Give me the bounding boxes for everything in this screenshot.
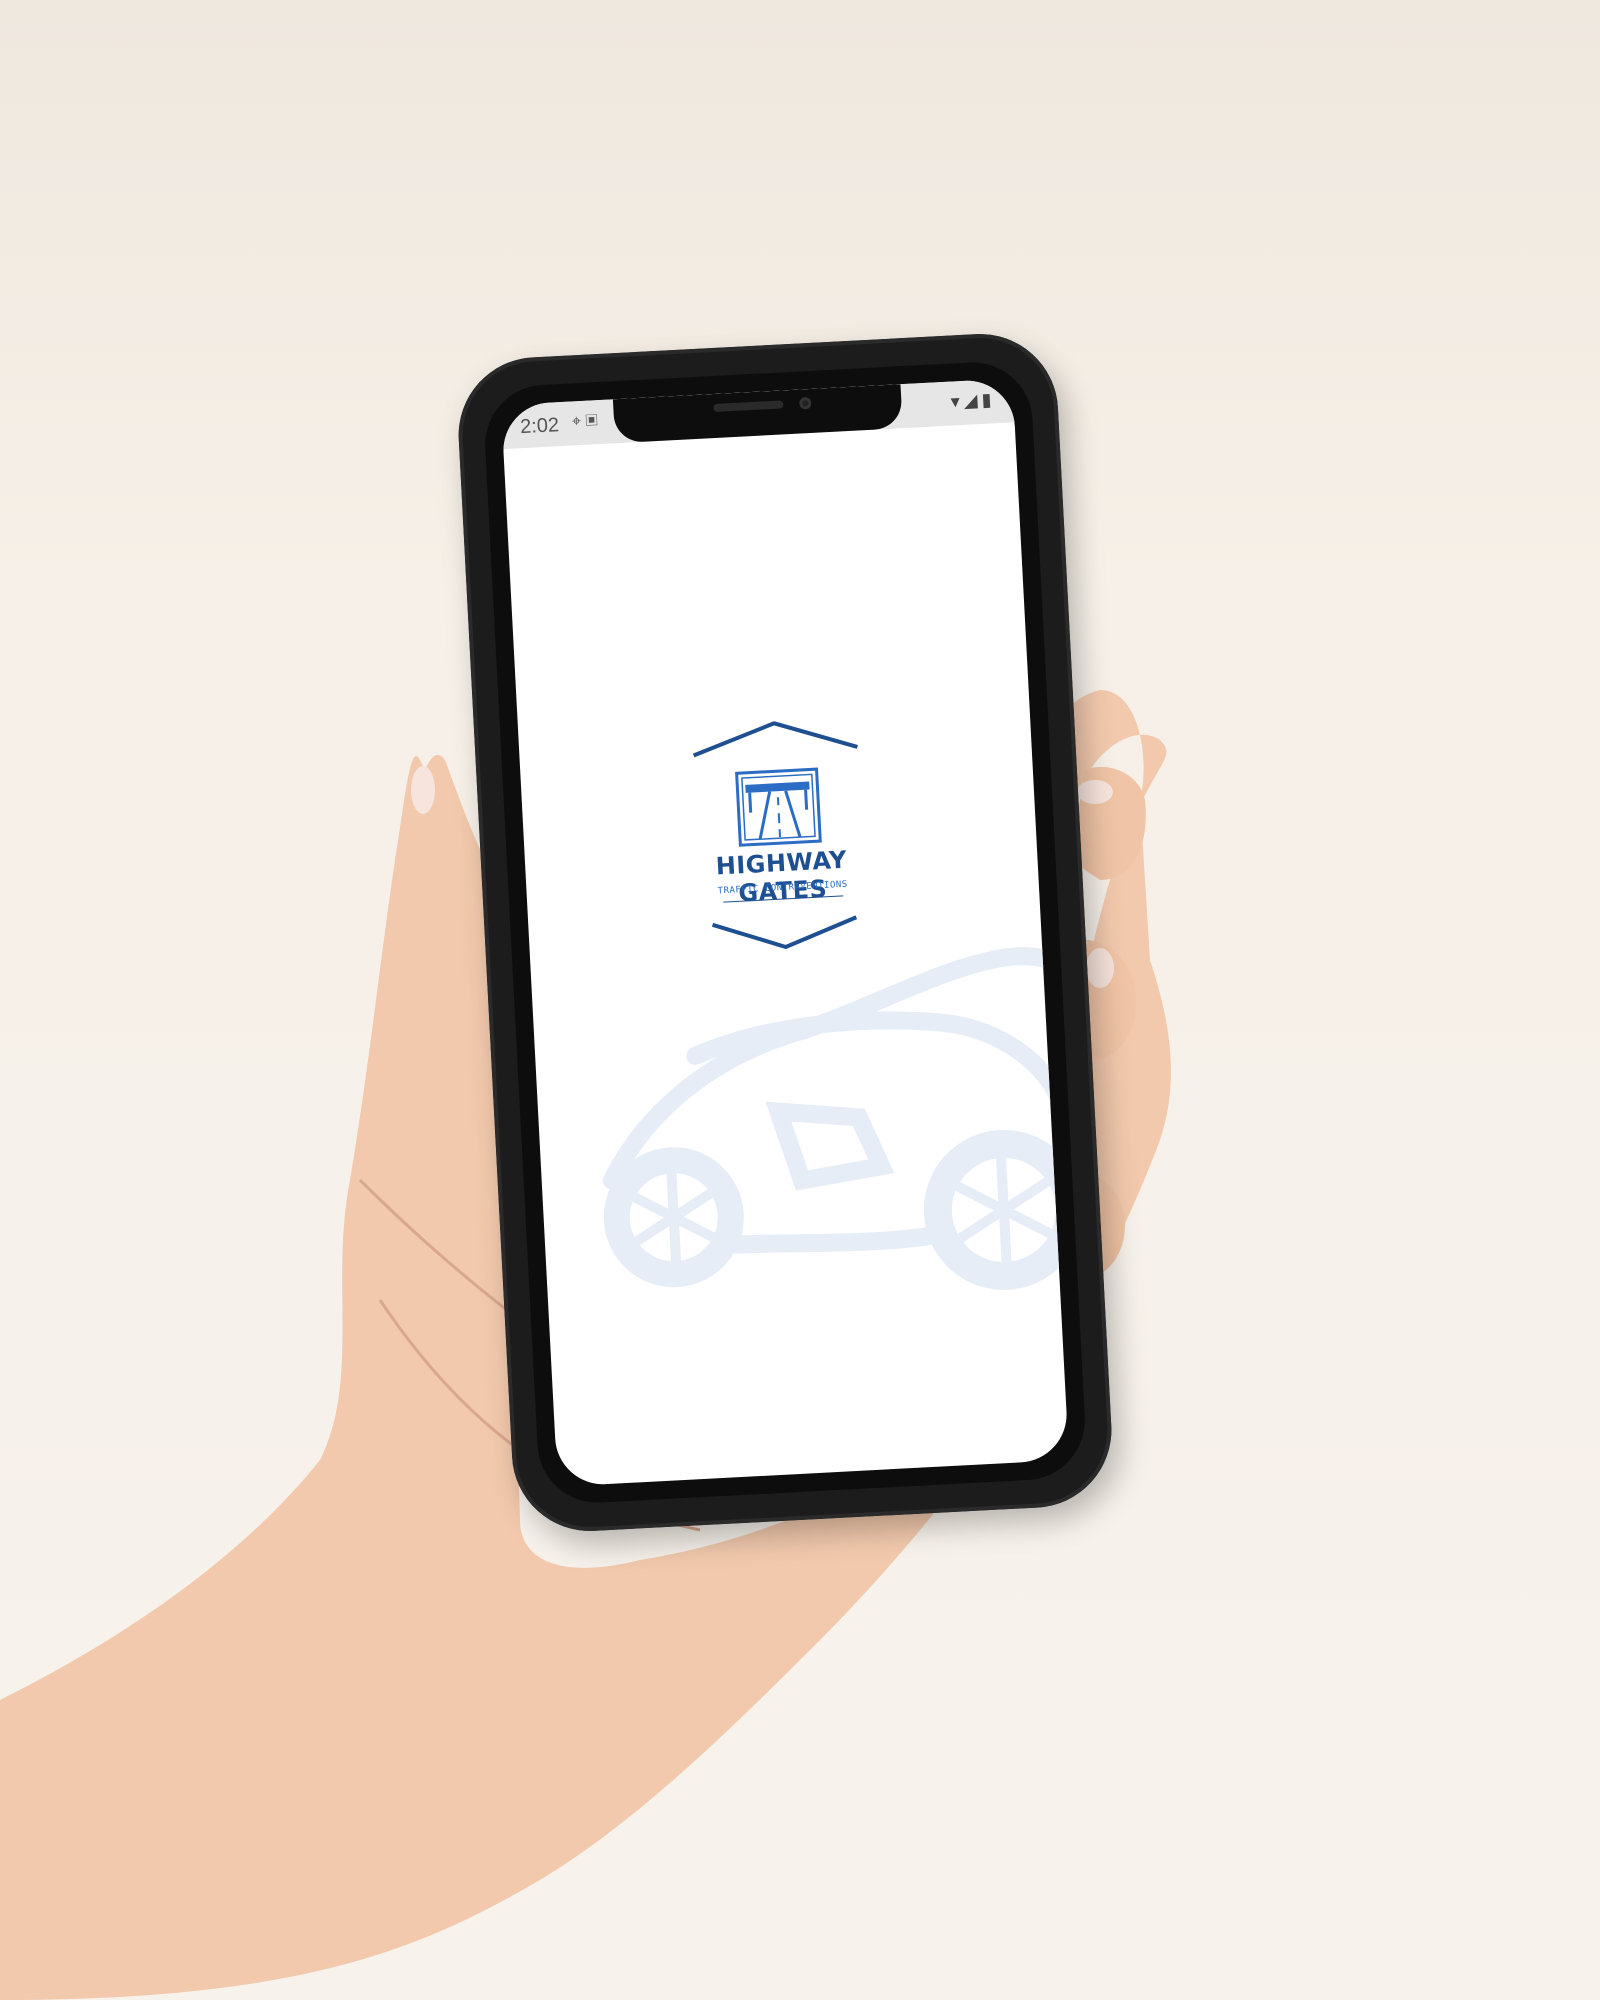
brand-name: HIGHWAY GATES (715, 845, 848, 908)
speaker-grille (713, 400, 784, 413)
signal-icon: ◢ (963, 389, 983, 411)
logo-emblem (692, 721, 858, 950)
car-watermark (602, 947, 1070, 1290)
status-time: 2:02 (519, 414, 560, 439)
battery-icon: ▮ (980, 389, 996, 410)
app-logo: HIGHWAY GATES TRAFFIC CONTRAVENTIONS (674, 716, 886, 956)
image-notification-icon: ▣ (585, 412, 599, 430)
smartphone: 2:02 ⌖ ▣ ▾◢▮ HIGHWAY GATES TRAFFIC CONTR… (454, 330, 1116, 1535)
phone-screen: 2:02 ⌖ ▣ ▾◢▮ HIGHWAY GATES TRAFFIC CONTR… (501, 378, 1070, 1487)
front-camera (799, 396, 812, 410)
photo-scene: 2:02 ⌖ ▣ ▾◢▮ HIGHWAY GATES TRAFFIC CONTR… (0, 0, 1600, 2000)
notification-icons: ⌖ ▣ (572, 412, 599, 431)
location-icon: ⌖ (571, 412, 582, 431)
system-icons: ▾◢▮ (950, 389, 996, 412)
